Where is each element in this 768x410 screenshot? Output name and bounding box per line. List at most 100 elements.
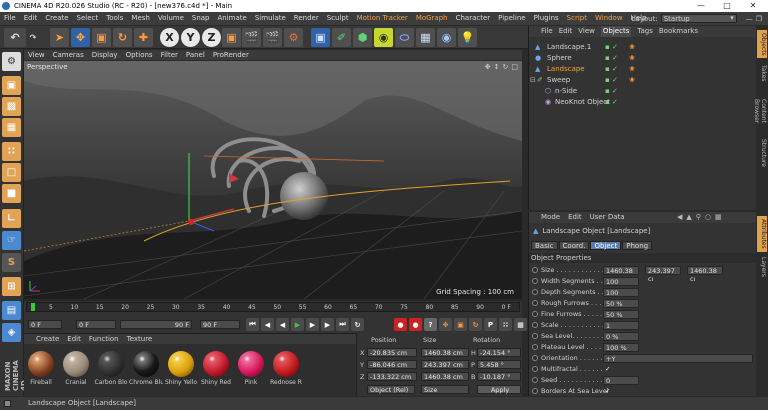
record-active-objects-icon[interactable]: ● (394, 318, 407, 331)
objects-menu-tags[interactable]: Tags (637, 26, 653, 37)
3d-viewport[interactable]: Perspective Grid Spacing : 100 cm ✥ ↕ ↻ … (24, 61, 522, 299)
camera-icon[interactable]: ◉ (437, 28, 456, 47)
menu-create[interactable]: Create (41, 12, 72, 25)
material-tag-icon[interactable]: ❀ (629, 42, 635, 53)
sea-level-input[interactable]: 0 % (603, 332, 639, 341)
layout-minimize-icon[interactable]: — (746, 15, 753, 23)
multifractal-checkbox[interactable]: ✓ (605, 364, 610, 375)
scale-input[interactable]: 1 (603, 321, 639, 330)
size-x-input[interactable]: 1460.38 cı (603, 266, 639, 283)
position-z-field[interactable]: -133.322 cm (367, 372, 417, 381)
scale-tool-icon[interactable]: ▣ (92, 28, 111, 47)
viewport-menu-options[interactable]: Options (126, 51, 153, 59)
position-x-field[interactable]: -20.835 cm (367, 348, 417, 357)
back-arrow-icon[interactable]: ◀ (677, 213, 682, 221)
visibility-check-icon[interactable]: ▪ ✓ (605, 53, 618, 64)
menu-character[interactable]: Character (452, 12, 495, 25)
cloner-icon[interactable]: ◉ (374, 28, 393, 47)
objects-menu-objects[interactable]: Objects (600, 26, 632, 37)
material-swatch[interactable]: Shiny Red (199, 351, 232, 386)
rotate-tool-icon[interactable]: ↻ (113, 28, 132, 47)
viewport-menu-panel[interactable]: Panel (186, 51, 205, 59)
side-tab-attributes[interactable]: Attributes (757, 216, 767, 252)
keyframe-selection-icon[interactable]: ? (424, 318, 437, 331)
side-tab-content-browser[interactable]: Content Browser (753, 86, 767, 136)
attr-menu-edit[interactable]: Edit (568, 212, 582, 223)
solo-mode-icon[interactable]: ◈ (2, 323, 21, 342)
render-picture-viewer-icon[interactable]: 🎬 (263, 28, 282, 47)
undo-icon[interactable]: ↶ (4, 28, 26, 47)
size-z-field[interactable]: 1460.38 cm (421, 372, 469, 381)
tab-basic[interactable]: Basic (531, 241, 558, 250)
timeline-window-icon[interactable]: ▦ (514, 318, 527, 331)
material-tag-icon[interactable]: ❀ (629, 53, 635, 64)
material-menu-edit[interactable]: Edit (67, 334, 81, 344)
maximize-button[interactable]: □ (716, 0, 738, 12)
menu-edit[interactable]: Edit (20, 12, 42, 25)
viewport-menu-prorender[interactable]: ProRender (213, 51, 249, 59)
position-key-icon[interactable]: ✥ (439, 318, 452, 331)
menu-render[interactable]: Render (290, 12, 323, 25)
animate-radio-icon[interactable] (532, 366, 538, 372)
previous-key-icon[interactable]: ◀ (261, 318, 274, 331)
apply-button[interactable]: Apply (477, 385, 521, 394)
objects-menu-file[interactable]: File (541, 26, 553, 37)
menu-tools[interactable]: Tools (102, 12, 127, 25)
make-editable-icon[interactable]: ⚙ (2, 52, 21, 71)
polygons-mode-icon[interactable]: ■ (2, 184, 21, 203)
animate-radio-icon[interactable] (532, 322, 538, 328)
tab-phong[interactable]: Phong (622, 241, 653, 250)
enable-axis-icon[interactable]: ∟ (2, 209, 21, 228)
rotation-b-field[interactable]: -10.187 ° (477, 372, 521, 381)
subdivision-surface-icon[interactable]: ⬢ (353, 28, 372, 47)
autokeying-icon[interactable]: ● (409, 318, 422, 331)
collapse-toggle-icon[interactable]: ⊟ (530, 75, 536, 86)
redo-icon[interactable]: ↷ (28, 28, 38, 47)
go-to-end-icon[interactable]: ⏭ (336, 318, 349, 331)
coordinate-system-icon[interactable]: ▣ (222, 28, 241, 47)
tab-coord[interactable]: Coord. (558, 241, 590, 250)
animate-radio-icon[interactable] (532, 388, 538, 394)
menu-plugins[interactable]: Plugins (530, 12, 563, 25)
object-row[interactable]: ▲ Landscape.1 ▪ ✓ ❀ (529, 42, 757, 53)
render-view-icon[interactable]: 🎬 (242, 28, 261, 47)
size-y-input[interactable]: 243.397 cı (645, 266, 681, 283)
side-tab-layers[interactable]: Layers (757, 256, 767, 278)
viewport-zoom-icon[interactable]: ↕ (494, 63, 500, 71)
attr-menu-user-data[interactable]: User Data (590, 212, 625, 223)
visibility-check-icon[interactable]: ▪ ✓ (605, 64, 618, 75)
scale-key-icon[interactable]: ▣ (454, 318, 467, 331)
parameter-key-icon[interactable]: P (484, 318, 497, 331)
current-frame-field[interactable]: 0 F (76, 320, 116, 329)
menu-file[interactable]: File (0, 12, 20, 25)
edges-mode-icon[interactable]: □ (2, 163, 21, 182)
objects-menu-view[interactable]: View (578, 26, 595, 37)
animate-radio-icon[interactable] (532, 355, 538, 361)
move-tool-icon[interactable]: ✥ (71, 28, 90, 47)
tab-object[interactable]: Object (590, 241, 622, 250)
size-mode-dropdown[interactable]: Size (421, 385, 469, 394)
layout-dropdown[interactable]: Startup (660, 14, 737, 23)
orientation-dropdown[interactable]: +Y (603, 354, 753, 363)
visibility-check-icon[interactable]: ▪ ✓ (605, 75, 618, 86)
model-mode-icon[interactable]: ▣ (2, 76, 21, 95)
spline-pen-icon[interactable]: ✐ (332, 28, 351, 47)
tweak-mode-icon[interactable]: ☞ (2, 231, 21, 250)
object-row[interactable]: ● Sphere ▪ ✓ ❀ (529, 53, 757, 64)
close-button[interactable]: ✕ (742, 0, 764, 12)
viewport-menu-cameras[interactable]: Cameras (53, 51, 84, 59)
menu-window[interactable]: Window (591, 12, 627, 25)
rotation-h-field[interactable]: -24.154 ° (477, 348, 521, 357)
cube-primitive-icon[interactable]: ▣ (311, 28, 330, 47)
up-arrow-icon[interactable]: ▲ (686, 213, 691, 221)
material-tag-icon[interactable]: ❀ (629, 75, 635, 86)
rotation-key-icon[interactable]: ↻ (469, 318, 482, 331)
x-axis-toggle[interactable]: X (160, 28, 179, 47)
width-segments-input[interactable]: 100 (603, 277, 639, 286)
menu-animate[interactable]: Animate (214, 12, 251, 25)
menu-motion-tracker[interactable]: Motion Tracker (353, 12, 412, 25)
end-frame-field[interactable]: 90 F (200, 320, 240, 329)
animate-radio-icon[interactable] (532, 311, 538, 317)
menu-mograph[interactable]: MoGraph (412, 12, 452, 25)
object-row-selected[interactable]: ▲ Landscape ▪ ✓ ❀ (529, 64, 757, 75)
